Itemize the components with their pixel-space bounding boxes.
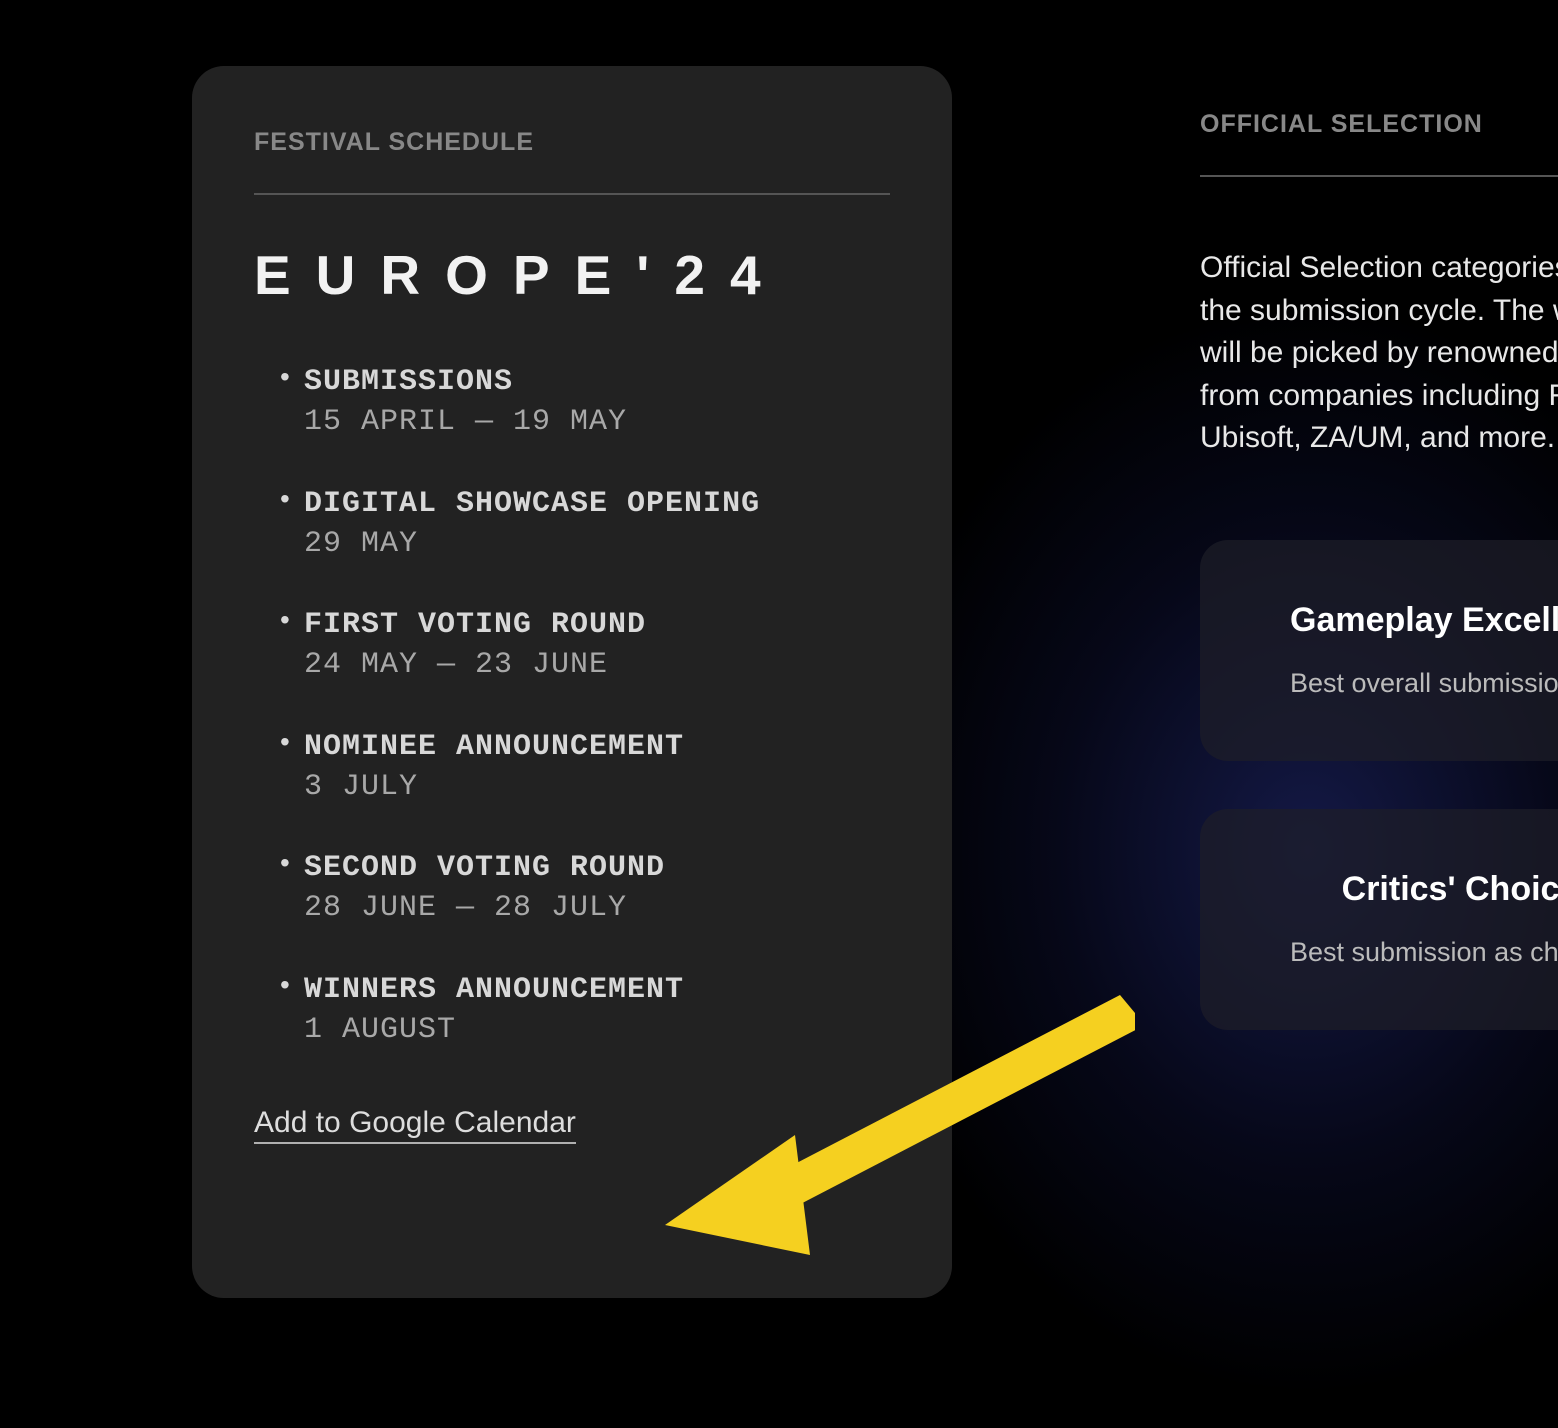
festival-schedule-card: FESTIVAL SCHEDULE EUROPE'24 SUBMISSIONS … <box>192 66 952 1298</box>
schedule-item-title: NOMINEE ANNOUNCEMENT <box>304 728 890 767</box>
add-to-calendar-link[interactable]: Add to Google Calendar <box>254 1106 576 1144</box>
schedule-item-title: SECOND VOTING ROUND <box>304 849 890 888</box>
schedule-item: FIRST VOTING ROUND 24 MAY — 23 JUNE <box>304 606 890 686</box>
schedule-header: FESTIVAL SCHEDULE <box>254 128 890 193</box>
schedule-item: NOMINEE ANNOUNCEMENT 3 JULY <box>304 728 890 808</box>
award-card-gameplay[interactable]: Gameplay Excellence Award Best overall s… <box>1200 540 1558 761</box>
schedule-item: WINNERS ANNOUNCEMENT 1 AUGUST <box>304 971 890 1051</box>
schedule-item-date: 1 AUGUST <box>304 1010 890 1051</box>
schedule-item: SECOND VOTING ROUND 28 JUNE — 28 JULY <box>304 849 890 929</box>
selection-description: Official Selection categories during the… <box>1200 247 1558 460</box>
award-description: Best submission as chosen by members of … <box>1290 934 1558 970</box>
official-selection-section: OFFICIAL SELECTION Official Selection ca… <box>1200 110 1558 1078</box>
schedule-item: SUBMISSIONS 15 APRIL — 19 MAY <box>304 363 890 443</box>
schedule-item-title: WINNERS ANNOUNCEMENT <box>304 971 890 1010</box>
schedule-item-date: 3 JULY <box>304 767 890 808</box>
schedule-item-date: 24 MAY — 23 JUNE <box>304 645 890 686</box>
schedule-divider <box>254 193 890 195</box>
award-title: Gameplay Excellence Award <box>1290 600 1558 641</box>
selection-divider <box>1200 175 1558 177</box>
schedule-item-title: SUBMISSIONS <box>304 363 890 402</box>
selection-header: OFFICIAL SELECTION <box>1200 110 1558 175</box>
schedule-list: SUBMISSIONS 15 APRIL — 19 MAY DIGITAL SH… <box>254 363 890 1050</box>
schedule-item-title: FIRST VOTING ROUND <box>304 606 890 645</box>
award-card-critics[interactable]: Critics' Choice Best submission as chose… <box>1200 809 1558 1030</box>
schedule-item: DIGITAL SHOWCASE OPENING 29 MAY <box>304 485 890 565</box>
schedule-item-title: DIGITAL SHOWCASE OPENING <box>304 485 890 524</box>
schedule-item-date: 28 JUNE — 28 JULY <box>304 888 890 929</box>
schedule-item-date: 29 MAY <box>304 524 890 565</box>
schedule-title: EUROPE'24 <box>254 243 890 307</box>
award-title: Critics' Choice <box>1290 869 1558 910</box>
award-description: Best overall submission of the festival <box>1290 665 1558 701</box>
schedule-item-date: 15 APRIL — 19 MAY <box>304 402 890 443</box>
